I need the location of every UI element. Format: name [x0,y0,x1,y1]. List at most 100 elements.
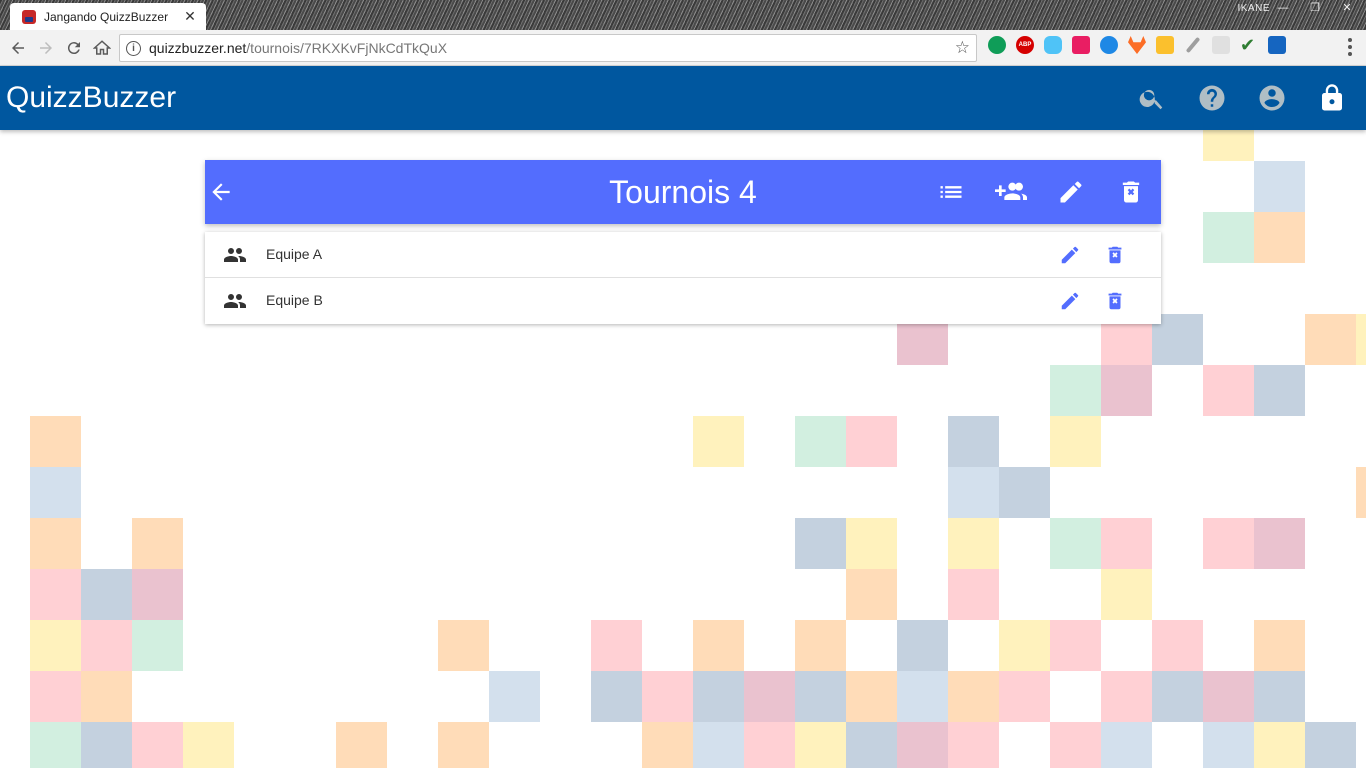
background-tile [1254,620,1305,671]
background-tile [795,671,846,722]
delete-icon[interactable] [1103,243,1127,267]
cloud-extension-icon[interactable] [1044,36,1062,54]
info-icon[interactable]: i [126,40,141,56]
background-tile [1254,212,1305,263]
notes-extension-icon[interactable] [1156,36,1174,54]
delete-icon[interactable] [1103,289,1127,313]
background-tile [693,416,744,467]
background-tile [183,722,234,768]
account-icon[interactable] [1256,82,1288,114]
reload-button[interactable] [60,34,88,62]
background-tile [30,722,81,768]
check-extension-icon[interactable]: ✔ [1240,36,1258,54]
team-name: Equipe A [266,246,323,262]
back-button[interactable] [4,34,32,62]
help-icon[interactable] [1196,82,1228,114]
team-name: Equipe B [266,292,323,308]
restore-button[interactable]: ❐ [1302,0,1328,18]
background-tile [1203,365,1254,416]
background-tile [795,722,846,768]
background-tile [132,518,183,569]
background-tile [30,467,81,518]
app-bar: QuizzBuzzer [0,66,1366,130]
home-icon [93,39,111,55]
record-extension-icon[interactable] [1072,36,1090,54]
background-tile [1152,671,1203,722]
search-icon[interactable] [1136,82,1168,114]
forward-icon [40,41,52,54]
background-tile [744,671,795,722]
background-tile [1050,620,1101,671]
gitlab-extension-icon[interactable] [1128,36,1146,54]
extensions-bar: ABP ✔ [988,36,1286,54]
reload-icon [67,41,80,54]
background-tile [30,569,81,620]
edit-icon[interactable] [1055,176,1087,208]
background-tile [336,722,387,768]
background-tile [999,671,1050,722]
url-path: /tournois/7RKXKvFjNkCdTkQuX [246,40,448,56]
minimize-button[interactable]: — [1270,0,1296,18]
background-tile [693,722,744,768]
delete-icon[interactable] [1115,176,1147,208]
background-tile [1254,518,1305,569]
forward-button[interactable] [32,34,60,62]
background-tile [30,416,81,467]
background-tile [693,671,744,722]
list-item[interactable]: Equipe A [205,232,1161,278]
background-tile [1101,518,1152,569]
edit-icon[interactable] [1058,243,1082,267]
background-tile [1152,620,1203,671]
background-tile [948,518,999,569]
background-tile [1356,314,1366,365]
background-tile [30,671,81,722]
background-tile [132,620,183,671]
background-tile [744,722,795,768]
group-icon [223,243,247,267]
dropper-extension-icon[interactable] [1185,36,1201,54]
tournament-header: Tournois 4 [205,160,1161,224]
star-icon[interactable]: ☆ [955,38,970,58]
background-tile [1101,365,1152,416]
background-tile [1254,365,1305,416]
background-tile [948,671,999,722]
browser-tab[interactable]: Jangando QuizzBuzzer ✕ [10,3,206,30]
home-button[interactable] [88,34,116,62]
window-controls: — ❐ ✕ [1270,0,1360,18]
background-tile [489,671,540,722]
profile-name[interactable]: IKANE [1237,3,1270,14]
background-tile [948,569,999,620]
background-tile [1101,569,1152,620]
evernote-extension-icon[interactable] [988,36,1006,54]
close-window-button[interactable]: ✕ [1334,0,1360,18]
background-tile [591,620,642,671]
background-tile [30,518,81,569]
s-extension-icon[interactable] [1268,36,1286,54]
background-tile [81,671,132,722]
brand-title[interactable]: QuizzBuzzer [6,81,176,115]
background-tile [795,620,846,671]
background-tile [1254,671,1305,722]
list-item[interactable]: Equipe B [205,278,1161,324]
lock-icon[interactable] [1316,82,1348,114]
background-tile [438,722,489,768]
background-tile [1050,518,1101,569]
adblock-extension-icon[interactable]: ABP [1016,36,1034,54]
tile-background [0,110,1366,768]
background-tile [1050,365,1101,416]
eye-extension-icon[interactable] [1100,36,1118,54]
comment-extension-icon[interactable] [1212,36,1230,54]
add-group-icon[interactable] [995,176,1027,208]
background-tile [846,416,897,467]
favicon-icon [22,9,36,24]
edit-icon[interactable] [1058,289,1082,313]
background-tile [132,569,183,620]
background-tile [948,467,999,518]
background-tile [846,722,897,768]
address-bar[interactable]: i quizzbuzzer.net /tournois/7RKXKvFjNkCd… [119,34,977,62]
tab-close-icon[interactable]: ✕ [182,8,198,25]
list-icon[interactable] [935,176,967,208]
browser-tabstrip: Jangando QuizzBuzzer ✕ IKANE — ❐ ✕ [0,0,1366,30]
menu-icon[interactable] [1348,38,1354,56]
background-tile [1356,467,1366,518]
